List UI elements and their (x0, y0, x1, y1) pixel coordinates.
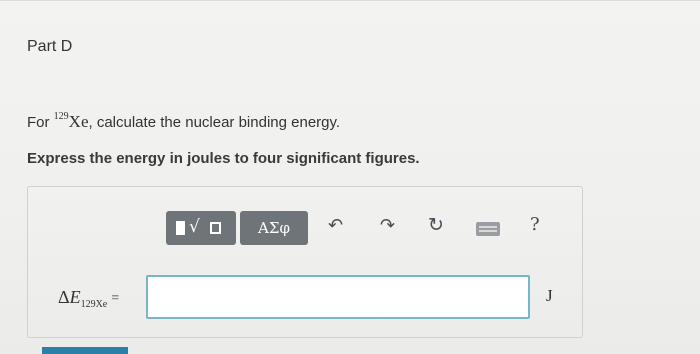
question-text: For 129Xe, calculate the nuclear binding… (27, 111, 341, 132)
energy-variable: E (69, 287, 81, 307)
part-title: Part D (27, 38, 73, 55)
submit-button[interactable] (42, 347, 128, 354)
radical-icon: √ (189, 217, 200, 237)
redo-icon[interactable]: ↷ (380, 215, 395, 236)
keyboard-icon[interactable] (476, 222, 500, 236)
box-icon (210, 222, 221, 234)
templates-button[interactable]: √ (166, 211, 236, 245)
undo-icon[interactable]: ↶ (328, 215, 343, 236)
reset-icon[interactable]: ↻ (428, 214, 444, 236)
isotope-element: Xe (68, 112, 89, 131)
question-prefix: For (27, 114, 54, 131)
delta-symbol: Δ (58, 287, 70, 307)
help-icon[interactable]: ? (530, 214, 540, 235)
equals-sign: = (111, 291, 120, 306)
unit-label: J (546, 286, 553, 305)
isotope-symbol: 129Xe (54, 111, 89, 131)
top-separator (0, 0, 700, 1)
variable-subscript: 129Xe (80, 299, 108, 310)
answer-input[interactable] (146, 275, 530, 319)
isotope-mass-number: 129 (53, 111, 69, 122)
answer-label: ΔE129Xe = (58, 287, 120, 310)
greek-symbols-button[interactable]: ΑΣφ (240, 211, 308, 245)
instruction-text: Express the energy in joules to four sig… (27, 150, 420, 167)
answer-panel: √ ΑΣφ ↶ ↷ ↻ ? ΔE129Xe = J (27, 186, 583, 338)
question-suffix: , calculate the nuclear binding energy. (88, 114, 341, 131)
templates-icon (176, 221, 185, 235)
